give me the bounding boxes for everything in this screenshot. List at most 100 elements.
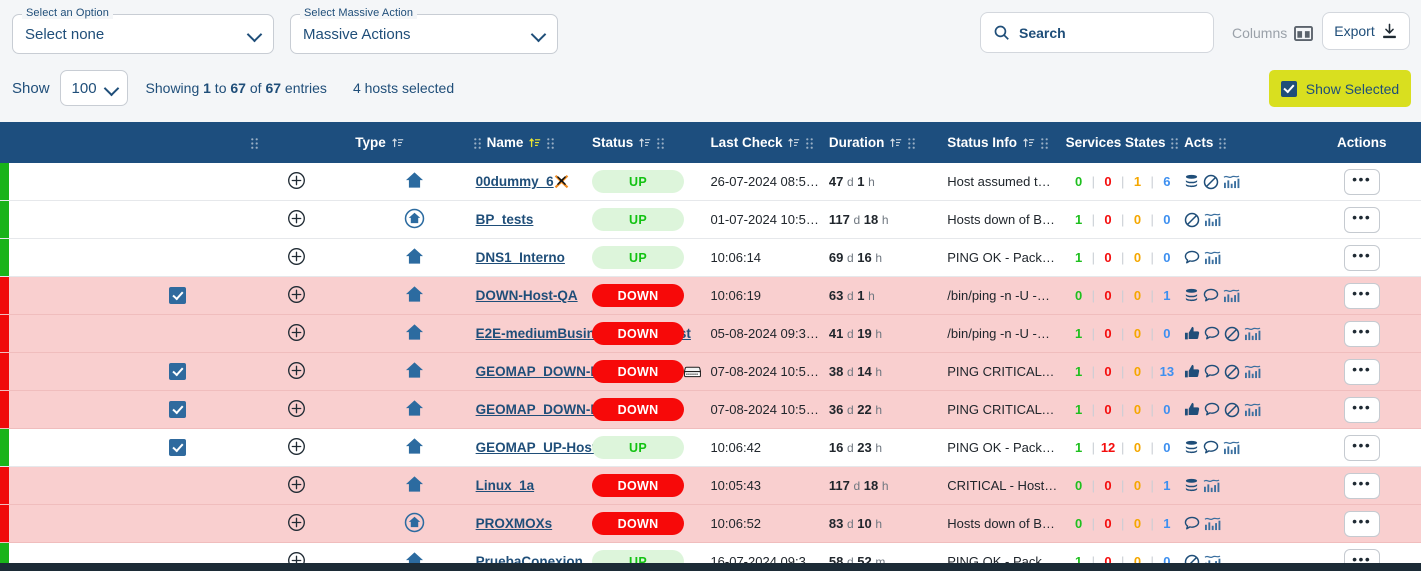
service-state-count-ok[interactable]: 1 bbox=[1066, 364, 1092, 379]
sort-icon[interactable] bbox=[890, 137, 902, 149]
host-name-link[interactable]: 00dummy_6 bbox=[476, 174, 554, 189]
x-mark-icon[interactable] bbox=[554, 174, 569, 189]
row-expand-button[interactable] bbox=[236, 352, 356, 391]
header-status-info[interactable]: Status Info bbox=[947, 122, 1066, 163]
table-row[interactable]: E2E-mediumBusinessImpactHost DOWN 05-08-20… bbox=[0, 314, 1421, 353]
row-actions-menu-button[interactable]: ••• bbox=[1343, 206, 1380, 233]
host-name-link[interactable]: PROXMOXs bbox=[476, 516, 553, 531]
service-state-count-unk[interactable]: 0 bbox=[1154, 326, 1180, 341]
row-expand-button[interactable] bbox=[236, 200, 356, 239]
row-actions-menu-button[interactable]: ••• bbox=[1343, 320, 1380, 347]
graph-icon[interactable] bbox=[1244, 402, 1261, 417]
service-state-count-unk[interactable]: 0 bbox=[1154, 250, 1180, 265]
row-select-checkbox[interactable] bbox=[118, 504, 237, 543]
row-select-checkbox[interactable] bbox=[118, 163, 237, 201]
host-name-link[interactable]: Linux_1a bbox=[476, 478, 535, 493]
service-state-count-warn[interactable]: 0 bbox=[1124, 250, 1150, 265]
service-state-count-warn[interactable]: 0 bbox=[1124, 516, 1150, 531]
page-size-select[interactable]: 100 bbox=[59, 70, 128, 106]
drag-handle-icon[interactable] bbox=[473, 137, 481, 149]
sort-icon[interactable] bbox=[1023, 137, 1035, 149]
service-state-count-ok[interactable]: 1 bbox=[1066, 326, 1092, 341]
header-name[interactable]: Name bbox=[473, 122, 593, 163]
service-state-count-warn[interactable]: 0 bbox=[1124, 212, 1150, 227]
row-select-checkbox[interactable] bbox=[118, 314, 237, 353]
row-select-checkbox[interactable] bbox=[118, 200, 237, 239]
service-state-count-unk[interactable]: 6 bbox=[1154, 174, 1180, 189]
service-state-count-crit[interactable]: 0 bbox=[1095, 364, 1121, 379]
sort-icon[interactable] bbox=[788, 137, 800, 149]
stack-icon[interactable] bbox=[1184, 174, 1199, 189]
sort-icon[interactable] bbox=[639, 137, 651, 149]
host-name-link[interactable]: BP_tests bbox=[476, 212, 534, 227]
stack-icon[interactable] bbox=[1184, 288, 1199, 303]
graph-icon[interactable] bbox=[1204, 212, 1221, 227]
graph-icon[interactable] bbox=[1223, 440, 1240, 455]
table-row[interactable]: PROXMOXs DOWN 10:06:52 83 d 10 h Hosts down … bbox=[0, 504, 1421, 543]
row-actions-menu-button[interactable]: ••• bbox=[1343, 396, 1380, 423]
expand-icon[interactable] bbox=[287, 171, 306, 190]
expand-icon[interactable] bbox=[287, 437, 306, 456]
service-state-count-unk[interactable]: 0 bbox=[1154, 402, 1180, 417]
expand-icon[interactable] bbox=[287, 285, 306, 304]
service-state-count-crit[interactable]: 0 bbox=[1095, 402, 1121, 417]
service-state-count-crit[interactable]: 0 bbox=[1095, 326, 1121, 341]
service-state-count-warn[interactable]: 0 bbox=[1124, 288, 1150, 303]
host-name-link[interactable]: DOWN-Host-QA bbox=[476, 288, 578, 303]
graph-icon[interactable] bbox=[1204, 516, 1221, 531]
service-state-count-ok[interactable]: 1 bbox=[1066, 250, 1092, 265]
checkbox-checked-icon[interactable] bbox=[169, 439, 187, 457]
header-acts[interactable]: Acts bbox=[1184, 122, 1303, 163]
drag-handle-icon[interactable] bbox=[806, 137, 814, 149]
comment-icon[interactable] bbox=[1204, 326, 1220, 341]
comment-icon[interactable] bbox=[1203, 288, 1219, 303]
comment-icon[interactable] bbox=[1203, 440, 1219, 455]
checkbox-checked-icon[interactable] bbox=[169, 287, 187, 305]
select-massive-action-dropdown[interactable]: Select Massive Action Massive Actions bbox=[290, 7, 558, 54]
row-select-checkbox[interactable] bbox=[118, 390, 237, 429]
show-selected-button[interactable]: Show Selected bbox=[1269, 70, 1411, 107]
row-expand-button[interactable] bbox=[236, 163, 356, 201]
service-state-count-unk[interactable]: 0 bbox=[1154, 212, 1180, 227]
sort-icon-active[interactable] bbox=[529, 137, 541, 149]
expand-icon[interactable] bbox=[287, 209, 306, 228]
service-state-count-ok[interactable]: 1 bbox=[1066, 402, 1092, 417]
service-state-count-ok[interactable]: 0 bbox=[1066, 288, 1092, 303]
table-row[interactable]: DOWN-Host-QA DOWN 10:06:19 63 d 1 h/bin/pin… bbox=[0, 276, 1421, 315]
search-input[interactable]: Search bbox=[980, 12, 1214, 53]
row-select-checkbox[interactable] bbox=[118, 428, 237, 467]
service-state-count-crit[interactable]: 0 bbox=[1095, 478, 1121, 493]
service-state-count-ok[interactable]: 0 bbox=[1066, 478, 1092, 493]
drag-handle-icon[interactable] bbox=[908, 137, 916, 149]
row-actions-menu-button[interactable]: ••• bbox=[1343, 510, 1380, 537]
row-actions-menu-button[interactable]: ••• bbox=[1343, 244, 1380, 271]
service-state-count-crit[interactable]: 0 bbox=[1095, 250, 1121, 265]
service-state-count-crit[interactable]: 12 bbox=[1095, 440, 1121, 455]
service-state-count-crit[interactable]: 0 bbox=[1095, 288, 1121, 303]
graph-icon[interactable] bbox=[1204, 250, 1221, 265]
drag-handle-icon[interactable] bbox=[1171, 137, 1179, 149]
drag-handle-icon[interactable] bbox=[251, 137, 258, 149]
table-row[interactable]: GEOMAP_UP-Host-QA UP 10:06:42 16 d 23 h PING… bbox=[0, 428, 1421, 467]
row-select-checkbox[interactable] bbox=[118, 238, 237, 277]
row-select-checkbox[interactable] bbox=[118, 466, 237, 505]
sort-icon[interactable] bbox=[392, 137, 404, 149]
columns-button[interactable]: Columns bbox=[1232, 20, 1314, 46]
thumbs-up-icon[interactable] bbox=[1184, 364, 1200, 379]
drag-handle-icon[interactable] bbox=[547, 137, 555, 149]
service-state-count-unk[interactable]: 0 bbox=[1154, 440, 1180, 455]
checkbox-checked-icon[interactable] bbox=[169, 363, 187, 381]
expand-icon[interactable] bbox=[287, 399, 306, 418]
service-state-count-warn[interactable]: 1 bbox=[1124, 174, 1150, 189]
service-state-count-ok[interactable]: 1 bbox=[1066, 212, 1092, 227]
service-state-count-ok[interactable]: 1 bbox=[1066, 440, 1092, 455]
row-expand-button[interactable] bbox=[236, 466, 356, 505]
expand-icon[interactable] bbox=[287, 513, 306, 532]
row-actions-menu-button[interactable]: ••• bbox=[1343, 472, 1380, 499]
ban-icon[interactable] bbox=[1224, 364, 1240, 380]
service-state-count-ok[interactable]: 0 bbox=[1066, 174, 1092, 189]
header-duration[interactable]: Duration bbox=[828, 122, 948, 163]
row-expand-button[interactable] bbox=[236, 504, 356, 543]
table-row[interactable]: GEOMAP_DOWN-Host-QA DOWN 07-08-2024 10:5… 3… bbox=[0, 352, 1421, 391]
graph-icon[interactable] bbox=[1223, 288, 1240, 303]
